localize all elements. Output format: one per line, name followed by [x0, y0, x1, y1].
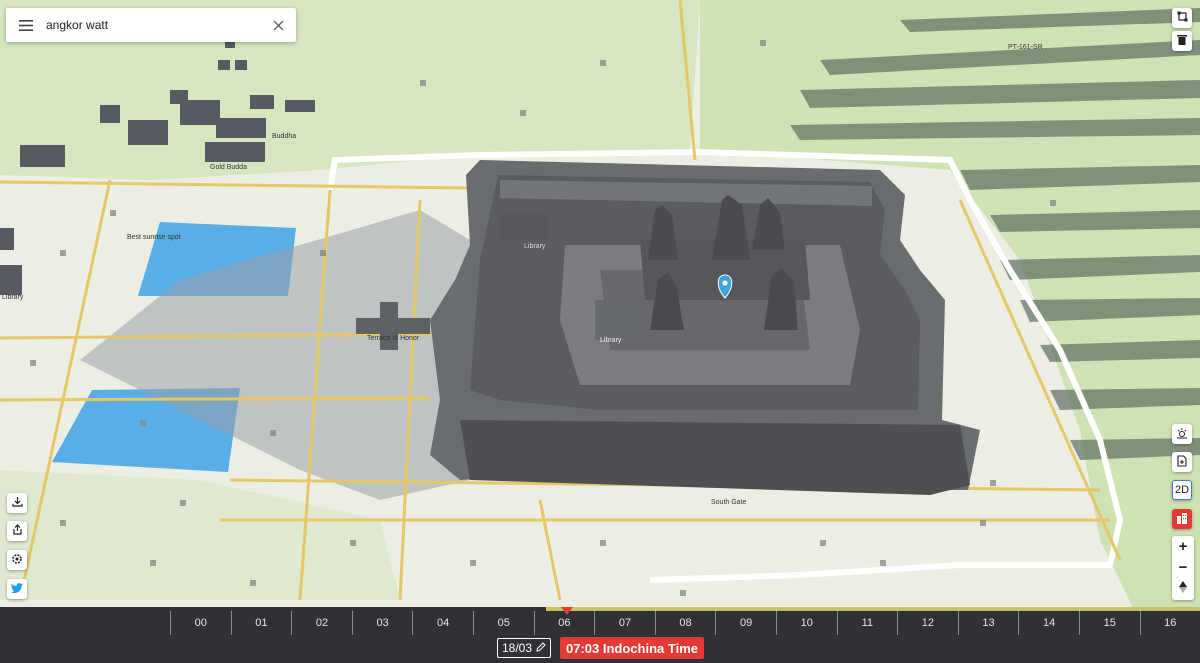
twitter-icon [11, 582, 23, 596]
download-button[interactable] [7, 493, 27, 513]
buildings-icon [1176, 512, 1188, 527]
hour-tick[interactable]: 11 [836, 611, 898, 635]
time-display[interactable]: 07:03 Indochina Time [560, 637, 704, 659]
angkor-wat-temple [430, 160, 980, 495]
hour-tick[interactable]: 07 [594, 611, 655, 635]
map-label-buddha: Buddha [272, 133, 297, 140]
hour-tick[interactable]: 15 [1078, 611, 1140, 635]
hour-tick[interactable]: 16 [1139, 611, 1200, 635]
hamburger-menu-icon[interactable] [6, 8, 46, 42]
map-label-south-gate: South Gate [711, 499, 747, 506]
trash-icon [1177, 34, 1187, 48]
hour-tick[interactable]: 14 [1018, 611, 1079, 635]
sun-path-button[interactable] [1172, 424, 1192, 444]
hour-tick[interactable]: 06 [533, 611, 595, 635]
hour-tick[interactable]: 01 [230, 611, 292, 635]
search-input[interactable]: angkor watt [46, 18, 260, 32]
hour-tick[interactable]: 02 [291, 611, 352, 635]
hour-tick[interactable]: 00 [170, 611, 231, 635]
share-button[interactable] [7, 521, 27, 541]
add-file-button[interactable] [1172, 452, 1192, 472]
hour-tick[interactable]: 08 [654, 611, 716, 635]
zoom-controls: + − [1172, 536, 1194, 600]
map-label-terrace: Terrace of Honor [367, 335, 420, 342]
map-label-best-sunrise: Best sunrise spot [127, 234, 181, 241]
hour-tick[interactable]: 12 [897, 611, 958, 635]
file-plus-icon [1177, 454, 1187, 470]
zoom-in-button[interactable]: + [1172, 536, 1194, 557]
sun-icon [1176, 427, 1188, 442]
hour-tick[interactable]: 09 [715, 611, 776, 635]
share-icon [12, 524, 23, 538]
hour-tick[interactable]: 04 [412, 611, 473, 635]
buildings-toggle-button[interactable] [1172, 509, 1192, 529]
settings-button[interactable] [7, 550, 27, 570]
map-label-library-north: Library [524, 243, 546, 250]
map-label-library-west: Library [2, 294, 24, 301]
map-label-pt: PT-161-SR [1008, 44, 1043, 51]
hour-tick[interactable]: 05 [472, 611, 534, 635]
map-canvas[interactable] [0, 0, 1200, 663]
compass-icon [1179, 580, 1187, 598]
compass-button[interactable] [1172, 578, 1194, 599]
gear-icon [11, 553, 23, 568]
hour-tick[interactable]: 03 [351, 611, 413, 635]
hour-tick[interactable]: 13 [957, 611, 1019, 635]
toggle-2d-button[interactable]: 2D [1172, 480, 1192, 500]
delete-button[interactable] [1172, 31, 1192, 51]
date-value: 18/03 [501, 641, 533, 655]
draw-shape-button[interactable] [1172, 8, 1192, 28]
date-picker[interactable]: 18/03 [497, 638, 551, 658]
zoom-out-button[interactable]: − [1172, 557, 1194, 578]
twitter-button[interactable] [7, 579, 27, 599]
hour-scale[interactable]: 00 01 02 03 04 05 06 07 08 09 10 11 12 13 14 15 16 [170, 611, 1200, 635]
search-bar: angkor watt [6, 8, 296, 42]
map-label-library-center: Library [600, 337, 622, 344]
map-label-gold-budda: Gold Budda [210, 164, 247, 171]
pencil-icon [536, 641, 546, 655]
polygon-draw-icon [1177, 11, 1188, 25]
hour-tick[interactable]: 10 [775, 611, 837, 635]
download-icon [11, 496, 23, 510]
close-icon[interactable] [260, 8, 296, 42]
